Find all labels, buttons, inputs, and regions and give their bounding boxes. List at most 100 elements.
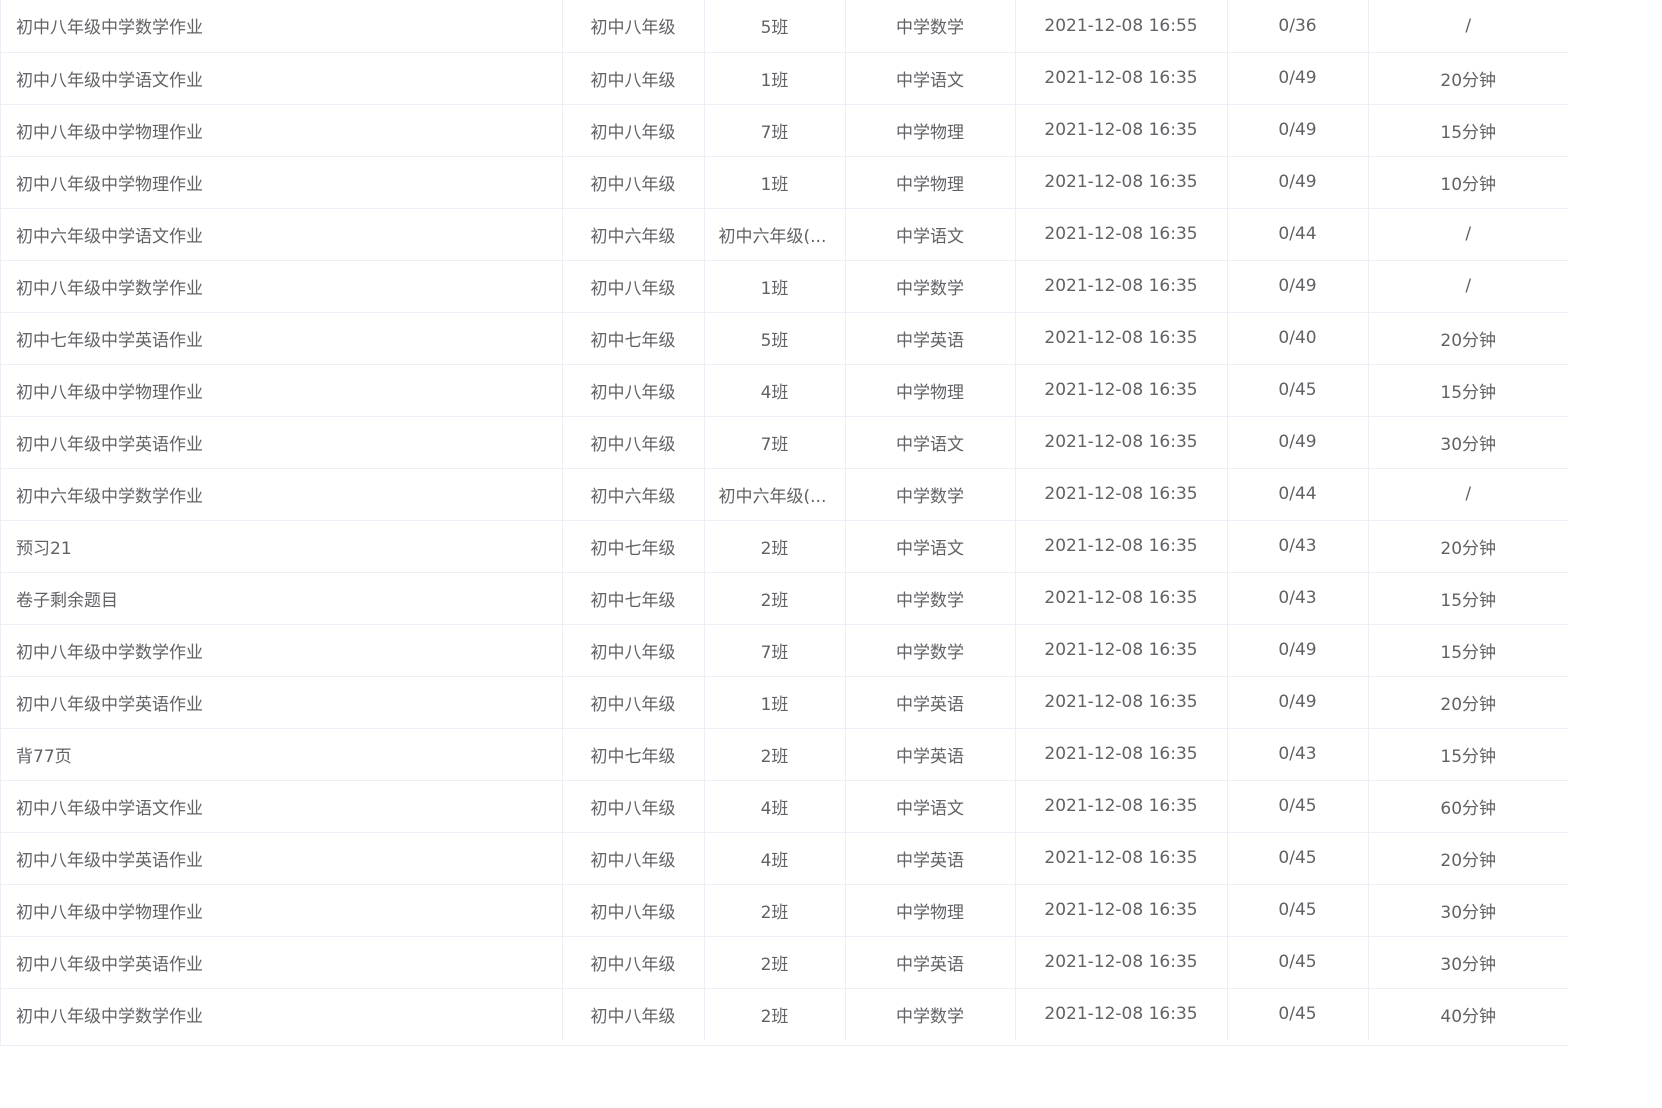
submission-progress-cell: 0/44 — [1227, 468, 1369, 521]
publish-time-cell: 2021-12-08 16:35 — [1015, 728, 1228, 781]
publish-time-cell: 2021-12-08 16:35 — [1015, 572, 1228, 625]
submission-progress-cell: 0/45 — [1227, 364, 1369, 417]
homework-title: 初中八年级中学物理作业 — [1, 364, 563, 417]
duration-cell: 20分钟 — [1368, 52, 1568, 105]
duration-cell: 10分钟 — [1368, 156, 1568, 209]
duration-cell: 20分钟 — [1368, 312, 1568, 365]
table-row[interactable]: 初中八年级中学数学作业 初中八年级 5班 中学数学 2021-12-08 16:55 0/… — [1, 0, 1568, 53]
table-row[interactable]: 初中八年级中学物理作业 初中八年级 4班 中学物理 2021-12-08 16:35 0/… — [1, 364, 1568, 417]
grade-cell: 初中八年级 — [562, 988, 705, 1040]
grade-cell: 初中七年级 — [562, 520, 705, 573]
duration-cell: 30分钟 — [1368, 936, 1568, 989]
grade-cell: 初中八年级 — [562, 52, 705, 105]
class-cell: 7班 — [704, 104, 846, 157]
table-row[interactable]: 初中七年级中学英语作业 初中七年级 5班 中学英语 2021-12-08 16:35 0/… — [1, 312, 1568, 365]
duration-cell: / — [1368, 0, 1568, 53]
table-row[interactable]: 初中八年级中学英语作业 初中八年级 7班 中学语文 2021-12-08 16:35 0/… — [1, 416, 1568, 469]
class-cell: 5班 — [704, 0, 846, 53]
table-row[interactable]: 初中八年级中学数学作业 初中八年级 2班 中学数学 2021-12-08 16:35 0/… — [1, 988, 1568, 1040]
table-row[interactable]: 初中八年级中学数学作业 初中八年级 1班 中学数学 2021-12-08 16:35 0/… — [1, 260, 1568, 313]
submission-progress-cell: 0/49 — [1227, 156, 1369, 209]
homework-title: 初中八年级中学物理作业 — [1, 104, 563, 157]
subject-cell: 中学英语 — [845, 728, 1016, 781]
table-row[interactable]: 初中八年级中学物理作业 初中八年级 1班 中学物理 2021-12-08 16:35 0/… — [1, 156, 1568, 209]
subject-cell: 中学数学 — [845, 624, 1016, 677]
table-row[interactable]: 卷子剩余题目 初中七年级 2班 中学数学 2021-12-08 16:35 0/43 15分… — [1, 572, 1568, 625]
publish-time-cell: 2021-12-08 16:35 — [1015, 676, 1228, 729]
table-row[interactable]: 初中八年级中学英语作业 初中八年级 4班 中学英语 2021-12-08 16:35 0/… — [1, 832, 1568, 885]
duration-cell: 30分钟 — [1368, 884, 1568, 937]
table-row[interactable]: 初中八年级中学物理作业 初中八年级 7班 中学物理 2021-12-08 16:35 0/… — [1, 104, 1568, 157]
submission-progress-cell: 0/49 — [1227, 624, 1369, 677]
duration-cell: 15分钟 — [1368, 104, 1568, 157]
subject-cell: 中学英语 — [845, 312, 1016, 365]
homework-title: 初中八年级中学英语作业 — [1, 936, 563, 989]
subject-cell: 中学数学 — [845, 572, 1016, 625]
submission-progress-cell: 0/40 — [1227, 312, 1369, 365]
homework-title: 卷子剩余题目 — [1, 572, 563, 625]
publish-time-cell: 2021-12-08 16:35 — [1015, 624, 1228, 677]
class-cell: 初中六年级(... — [704, 208, 846, 261]
table-row[interactable]: 初中六年级中学数学作业 初中六年级 初中六年级(... 中学数学 2021-12-08 … — [1, 468, 1568, 521]
class-cell: 1班 — [704, 260, 846, 313]
subject-cell: 中学英语 — [845, 832, 1016, 885]
homework-title: 初中八年级中学英语作业 — [1, 832, 563, 885]
subject-cell: 中学数学 — [845, 0, 1016, 53]
grade-cell: 初中八年级 — [562, 156, 705, 209]
homework-title: 背77页 — [1, 728, 563, 781]
subject-cell: 中学数学 — [845, 260, 1016, 313]
publish-time-cell: 2021-12-08 16:35 — [1015, 832, 1228, 885]
class-cell: 2班 — [704, 520, 846, 573]
table-row[interactable]: 初中八年级中学数学作业 初中八年级 7班 中学数学 2021-12-08 16:35 0/… — [1, 624, 1568, 677]
duration-cell: 15分钟 — [1368, 624, 1568, 677]
table-row[interactable]: 初中八年级中学英语作业 初中八年级 2班 中学英语 2021-12-08 16:35 0/… — [1, 936, 1568, 989]
class-cell: 初中六年级(... — [704, 468, 846, 521]
table-row[interactable]: 背77页 初中七年级 2班 中学英语 2021-12-08 16:35 0/43 15分钟 — [1, 728, 1568, 781]
submission-progress-cell: 0/45 — [1227, 832, 1369, 885]
submission-progress-cell: 0/45 — [1227, 780, 1369, 833]
grade-cell: 初中八年级 — [562, 832, 705, 885]
homework-title: 初中八年级中学英语作业 — [1, 676, 563, 729]
publish-time-cell: 2021-12-08 16:55 — [1015, 0, 1228, 53]
homework-title: 初中六年级中学数学作业 — [1, 468, 563, 521]
grade-cell: 初中八年级 — [562, 416, 705, 469]
homework-table: 初中八年级中学数学作业 初中八年级 5班 中学数学 2021-12-08 16:55 0/… — [0, 0, 1568, 1046]
duration-cell: 15分钟 — [1368, 572, 1568, 625]
subject-cell: 中学语文 — [845, 520, 1016, 573]
homework-title: 预习21 — [1, 520, 563, 573]
table-row[interactable]: 初中八年级中学英语作业 初中八年级 1班 中学英语 2021-12-08 16:35 0/… — [1, 676, 1568, 729]
publish-time-cell: 2021-12-08 16:35 — [1015, 52, 1228, 105]
subject-cell: 中学语文 — [845, 780, 1016, 833]
grade-cell: 初中七年级 — [562, 312, 705, 365]
class-cell: 1班 — [704, 676, 846, 729]
grade-cell: 初中八年级 — [562, 260, 705, 313]
homework-title: 初中八年级中学物理作业 — [1, 156, 563, 209]
table-row[interactable]: 初中八年级中学物理作业 初中八年级 2班 中学物理 2021-12-08 16:35 0/… — [1, 884, 1568, 937]
class-cell: 4班 — [704, 780, 846, 833]
submission-progress-cell: 0/36 — [1227, 0, 1369, 53]
class-cell: 7班 — [704, 416, 846, 469]
grade-cell: 初中八年级 — [562, 364, 705, 417]
grade-cell: 初中八年级 — [562, 780, 705, 833]
publish-time-cell: 2021-12-08 16:35 — [1015, 780, 1228, 833]
submission-progress-cell: 0/43 — [1227, 572, 1369, 625]
publish-time-cell: 2021-12-08 16:35 — [1015, 312, 1228, 365]
class-cell: 7班 — [704, 624, 846, 677]
grade-cell: 初中八年级 — [562, 104, 705, 157]
class-cell: 2班 — [704, 988, 846, 1040]
table-row[interactable]: 初中八年级中学语文作业 初中八年级 4班 中学语文 2021-12-08 16:35 0/… — [1, 780, 1568, 833]
class-cell: 1班 — [704, 156, 846, 209]
table-row[interactable]: 初中六年级中学语文作业 初中六年级 初中六年级(... 中学语文 2021-12-08 … — [1, 208, 1568, 261]
duration-cell: / — [1368, 468, 1568, 521]
grade-cell: 初中八年级 — [562, 0, 705, 53]
grade-cell: 初中六年级 — [562, 208, 705, 261]
class-cell: 5班 — [704, 312, 846, 365]
homework-title: 初中八年级中学语文作业 — [1, 780, 563, 833]
submission-progress-cell: 0/45 — [1227, 988, 1369, 1040]
table-row[interactable]: 初中八年级中学语文作业 初中八年级 1班 中学语文 2021-12-08 16:35 0/… — [1, 52, 1568, 105]
duration-cell: 20分钟 — [1368, 676, 1568, 729]
submission-progress-cell: 0/43 — [1227, 728, 1369, 781]
table-row[interactable]: 预习21 初中七年级 2班 中学语文 2021-12-08 16:35 0/43 20分钟 — [1, 520, 1568, 573]
duration-cell: 30分钟 — [1368, 416, 1568, 469]
submission-progress-cell: 0/49 — [1227, 260, 1369, 313]
